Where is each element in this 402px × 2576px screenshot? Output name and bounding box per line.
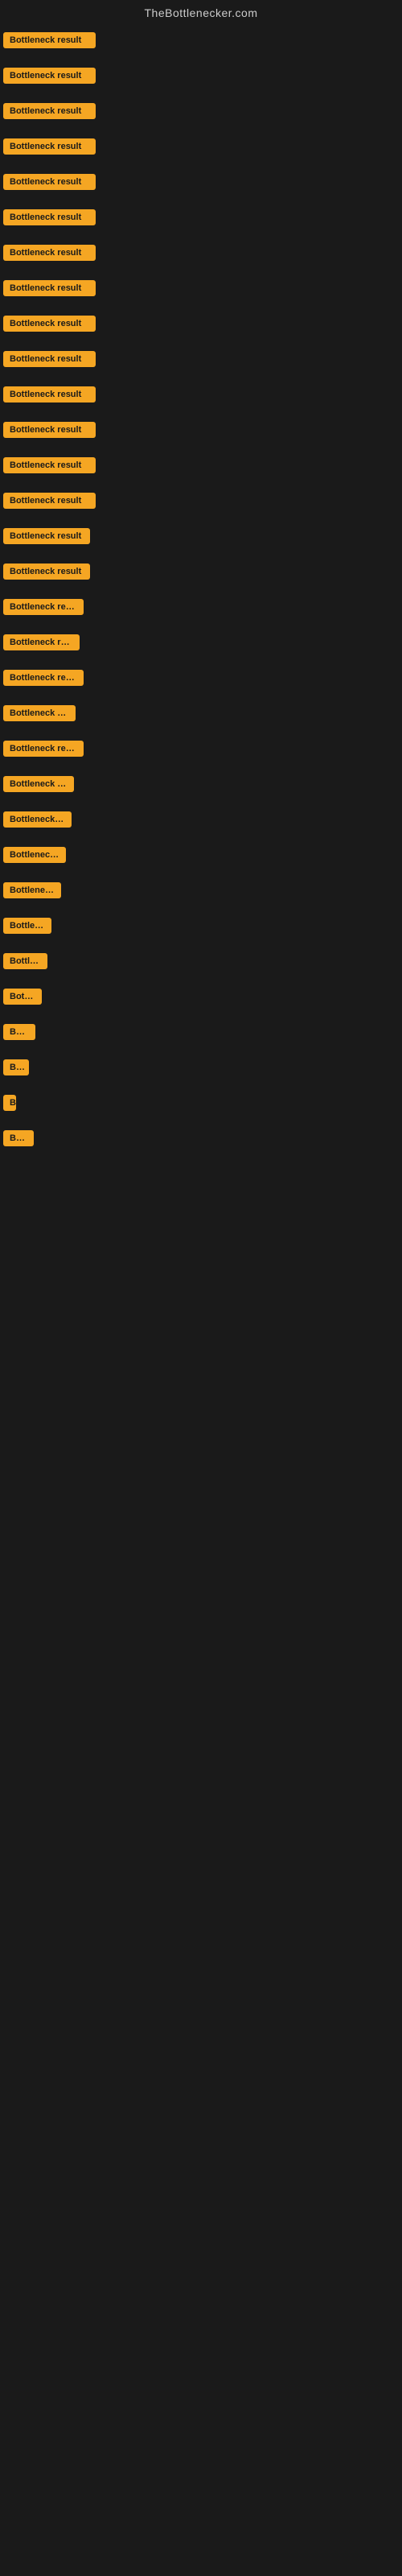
bottleneck-badge[interactable]: Bottleneck result: [3, 280, 96, 296]
bottleneck-badge[interactable]: Bottleneck result: [3, 138, 96, 155]
main-container: TheBottlenecker.com Bottleneck result Bot…: [0, 0, 402, 2576]
bottleneck-badge[interactable]: Bottleneck result: [3, 528, 90, 544]
bottleneck-badge[interactable]: Bottleneck result: [3, 457, 96, 473]
bottleneck-badge[interactable]: Bottleneck result: [3, 68, 96, 84]
bottleneck-row: Bottleneck result: [0, 625, 402, 660]
bottleneck-row: Bottleneck result: [0, 1014, 402, 1050]
bottleneck-row: Bottleneck result: [0, 58, 402, 93]
bottleneck-row: Bottleneck result: [0, 23, 402, 58]
bottleneck-row: Bottleneck result: [0, 837, 402, 873]
bottleneck-row: B: [0, 1085, 402, 1121]
bottleneck-row: Bottleneck result: [0, 377, 402, 412]
bottleneck-badge[interactable]: Bottleneck result: [3, 386, 96, 402]
bottleneck-badge[interactable]: Bottleneck result: [3, 847, 66, 863]
bottleneck-row: Bottleneck result: [0, 518, 402, 554]
bottleneck-badge[interactable]: Bottleneck result: [3, 422, 96, 438]
bottleneck-row: Bottleneck result: [0, 766, 402, 802]
bottleneck-badge[interactable]: Bottleneck result: [3, 989, 42, 1005]
bottleneck-row: Bottleneck result: [0, 1121, 402, 1156]
bottleneck-row: Bottleneck result: [0, 93, 402, 129]
bottleneck-row: Bottleneck result: [0, 660, 402, 696]
bottleneck-badge[interactable]: Bottleneck result: [3, 776, 74, 792]
bottleneck-row: Bottleneck result: [0, 802, 402, 837]
bottleneck-badge[interactable]: Bottleneck result: [3, 918, 51, 934]
bottleneck-row: Bottleneck result: [0, 483, 402, 518]
bottleneck-badge[interactable]: Bottleneck result: [3, 103, 96, 119]
bottleneck-row: Bottleneck result: [0, 873, 402, 908]
bottleneck-badge[interactable]: Bottleneck result: [3, 1024, 35, 1040]
bottleneck-row: Bottleneck result: [0, 200, 402, 235]
bottleneck-row: Bottleneck result: [0, 235, 402, 270]
bottleneck-badge[interactable]: Bottleneck result: [3, 174, 96, 190]
bottleneck-row: Bottleneck result: [0, 1050, 402, 1085]
bottleneck-row: Bottleneck result: [0, 412, 402, 448]
bottleneck-badge[interactable]: Bottleneck result: [3, 245, 96, 261]
bottleneck-row: Bottleneck result: [0, 589, 402, 625]
bottleneck-badge[interactable]: Bottleneck result: [3, 670, 84, 686]
bottleneck-row: Bottleneck result: [0, 129, 402, 164]
bottleneck-row: Bottleneck result: [0, 306, 402, 341]
bottleneck-badge[interactable]: Bottleneck result: [3, 741, 84, 757]
bottleneck-badge[interactable]: Bottleneck result: [3, 1130, 34, 1146]
bottleneck-badge[interactable]: Bottleneck result: [3, 1059, 29, 1075]
bottleneck-row: Bottleneck result: [0, 270, 402, 306]
bottleneck-badge[interactable]: Bottleneck result: [3, 953, 47, 969]
bottleneck-badge[interactable]: Bottleneck result: [3, 209, 96, 225]
bottleneck-badge[interactable]: Bottleneck result: [3, 882, 61, 898]
bottleneck-badge[interactable]: B: [3, 1095, 16, 1111]
bottleneck-badge[interactable]: Bottleneck result: [3, 811, 72, 828]
bottleneck-badge[interactable]: Bottleneck result: [3, 564, 90, 580]
filler: [0, 1191, 402, 2576]
bottleneck-row: Bottleneck result: [0, 164, 402, 200]
bottleneck-row: Bottleneck result: [0, 341, 402, 377]
bottleneck-row: Bottleneck result: [0, 448, 402, 483]
bottleneck-badge[interactable]: Bottleneck result: [3, 351, 96, 367]
bottleneck-row: Bottleneck result: [0, 554, 402, 589]
bottleneck-row: Bottleneck result: [0, 696, 402, 731]
bottleneck-badge[interactable]: Bottleneck result: [3, 599, 84, 615]
bottleneck-row: Bottleneck result: [0, 943, 402, 979]
bottleneck-row: Bottleneck result: [0, 979, 402, 1014]
bottleneck-badge[interactable]: Bottleneck result: [3, 705, 76, 721]
bottleneck-row: Bottleneck result: [0, 908, 402, 943]
bottleneck-row: [0, 1156, 402, 1191]
site-title: TheBottlenecker.com: [0, 0, 402, 23]
bottleneck-badge[interactable]: Bottleneck result: [3, 493, 96, 509]
bottleneck-badge[interactable]: Bottleneck result: [3, 32, 96, 48]
bottleneck-badge[interactable]: Bottleneck result: [3, 316, 96, 332]
bottleneck-badge[interactable]: Bottleneck result: [3, 634, 80, 650]
bottleneck-row: Bottleneck result: [0, 731, 402, 766]
